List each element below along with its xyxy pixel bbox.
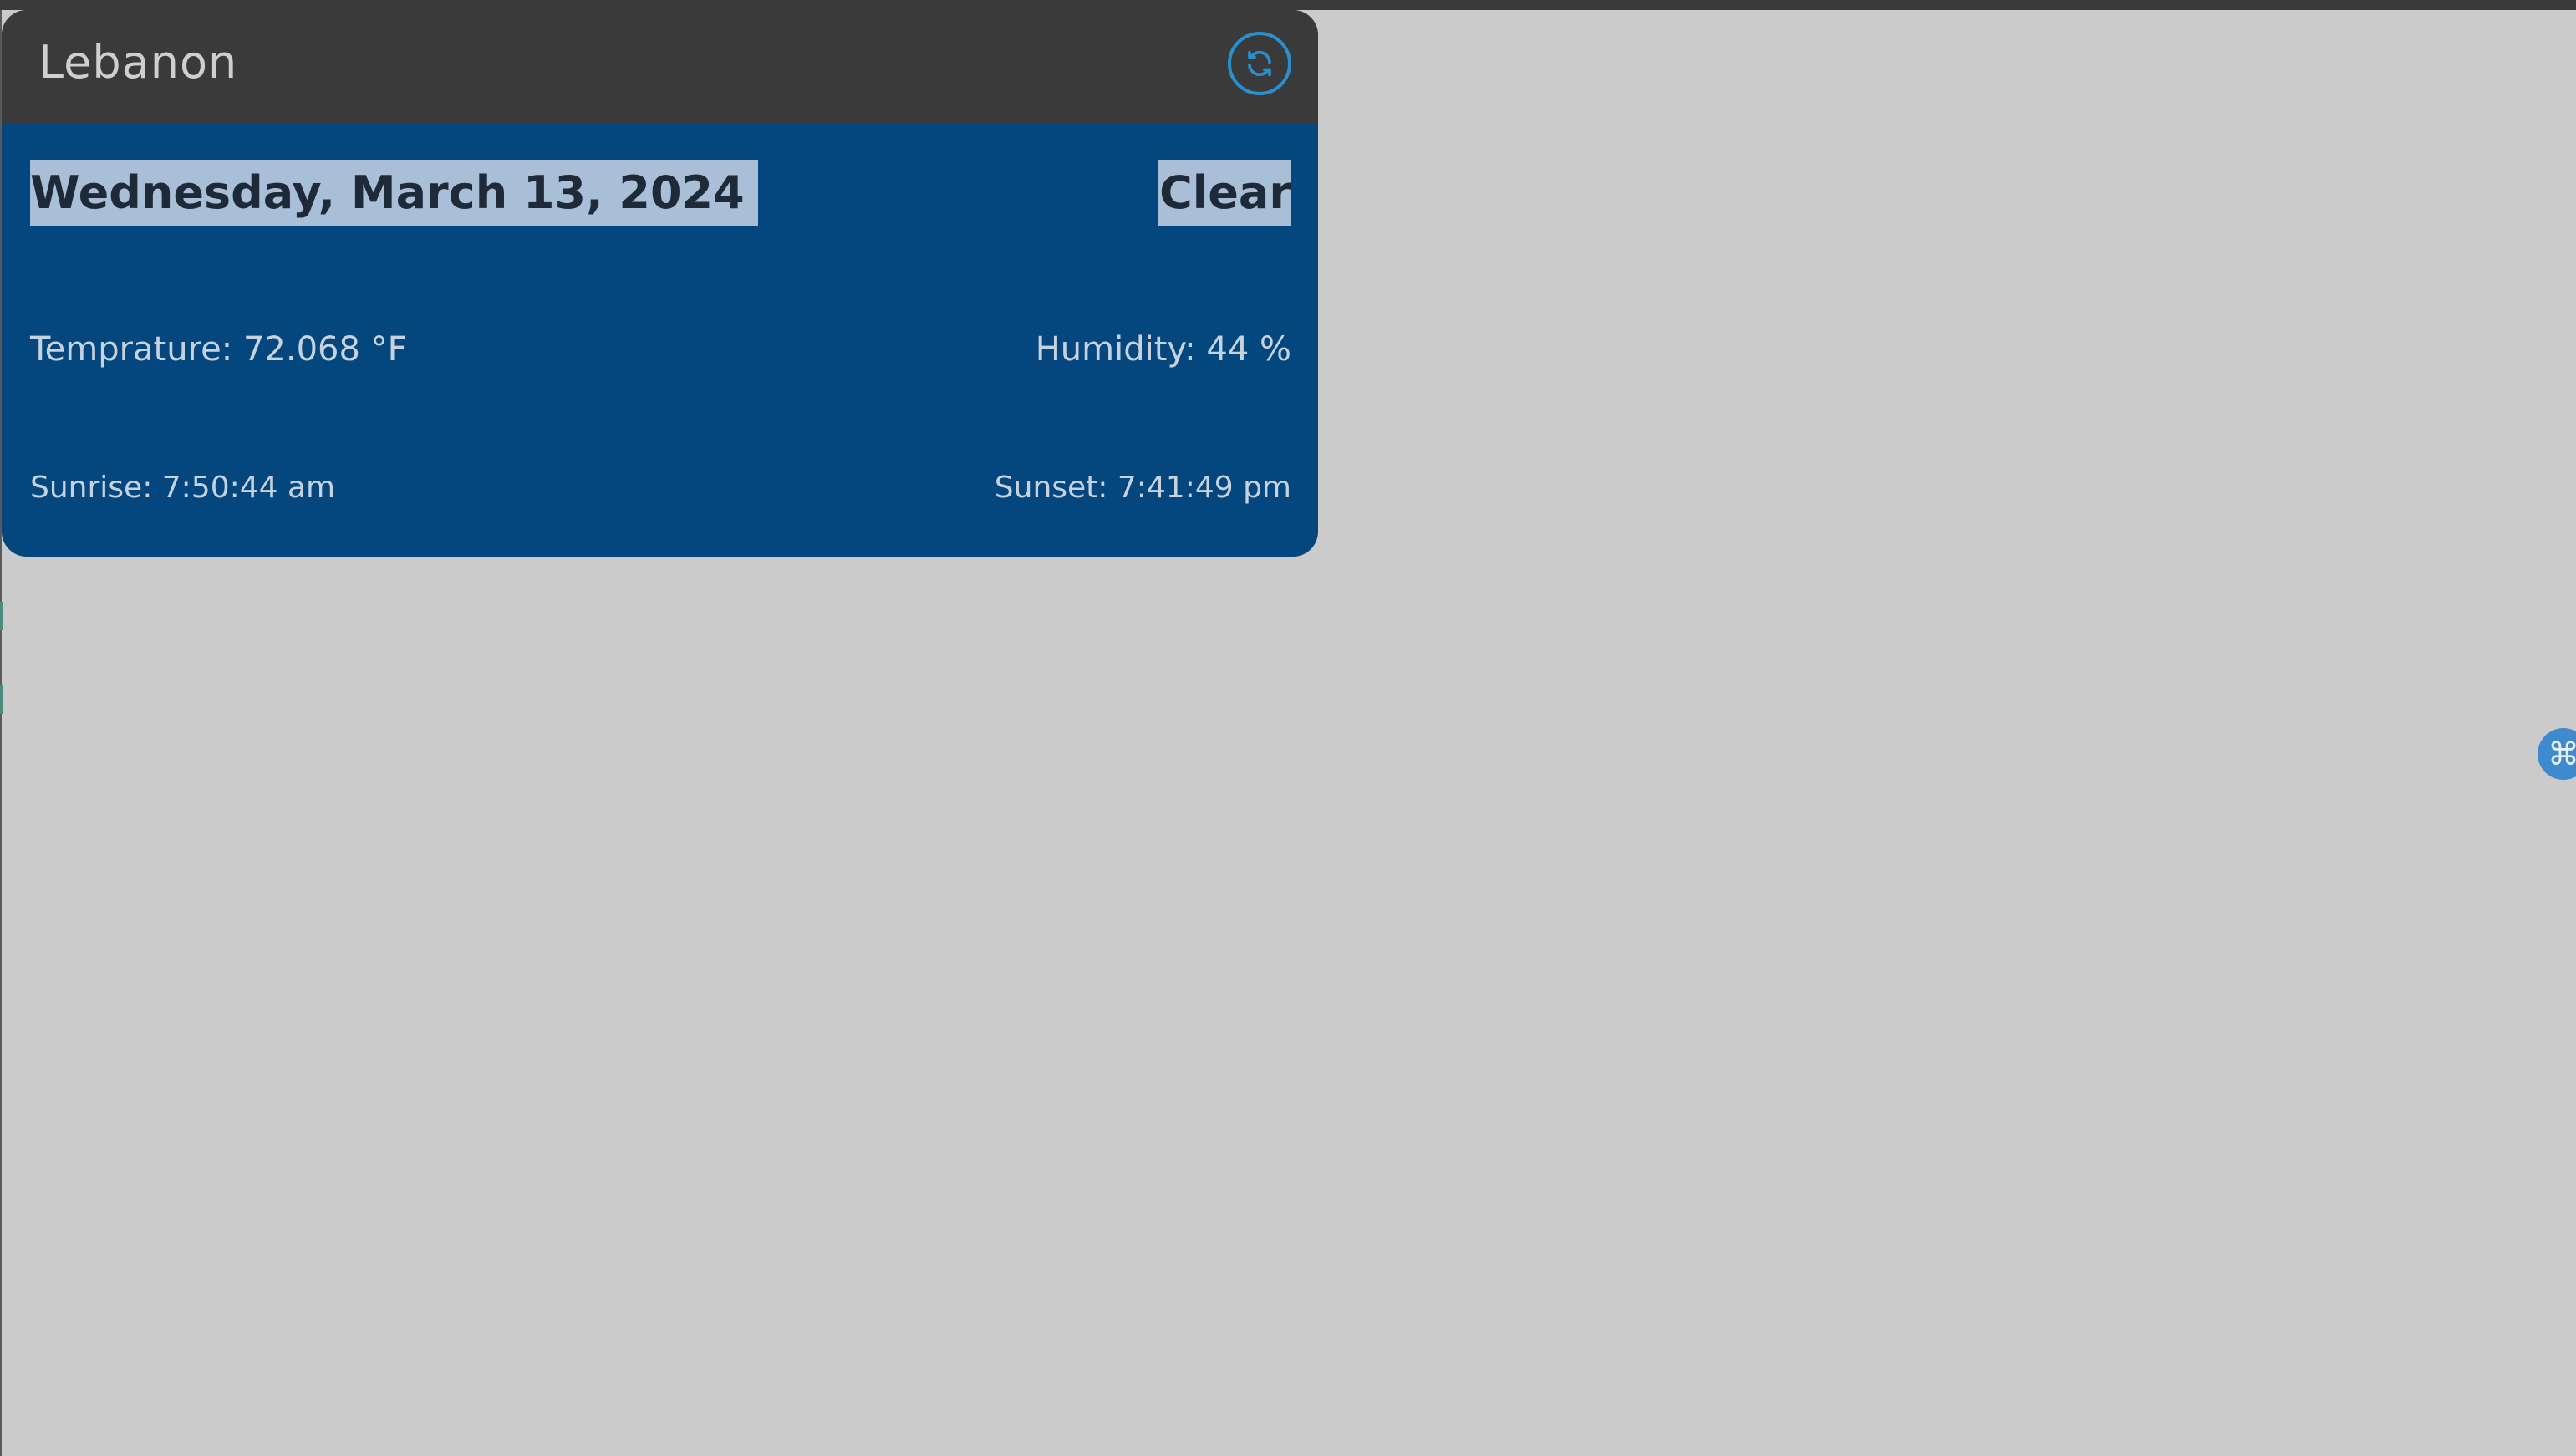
command-icon: ⌘ (2548, 736, 2576, 772)
sunrise-text: Sunrise: 7:50:44 am (30, 471, 336, 505)
weather-card-header: Lebanon (2, 10, 1318, 124)
edge-marker (0, 685, 3, 714)
temperature-text: Temprature: 72.068 °F (30, 330, 407, 369)
condition-text: Clear (1158, 160, 1291, 226)
edge-marker (0, 602, 3, 630)
refresh-button[interactable] (1228, 32, 1291, 95)
date-text: Wednesday, March 13, 2024 (30, 160, 758, 226)
city-name: Lebanon (38, 36, 238, 89)
weather-card: Lebanon Wednesday, March 13, 2024 Clear … (2, 10, 1318, 557)
sunset-text: Sunset: 7:41:49 pm (994, 471, 1291, 505)
refresh-icon (1248, 50, 1271, 77)
humidity-text: Humidity: 44 % (1035, 330, 1291, 369)
